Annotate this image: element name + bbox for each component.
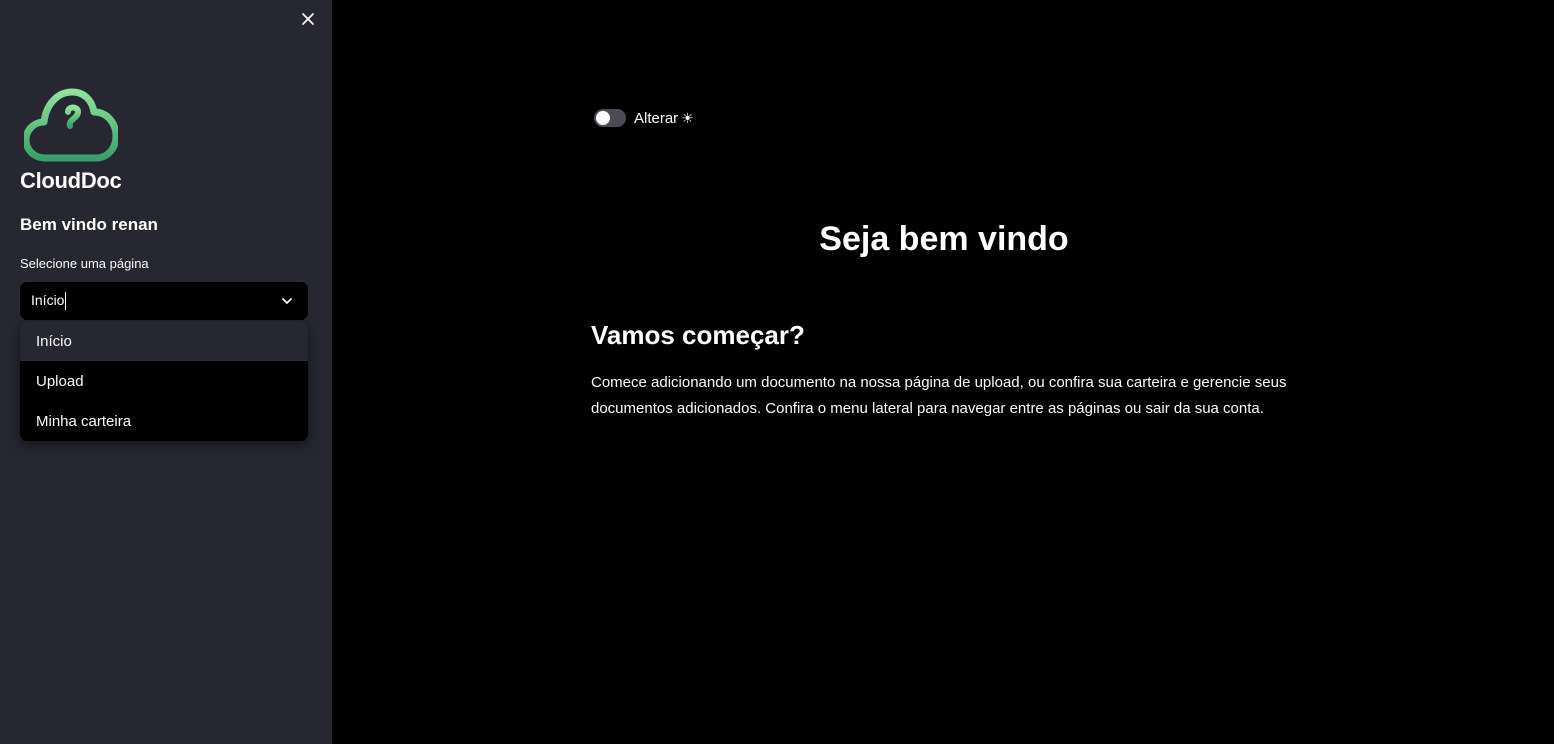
page-select-label: Selecione uma página xyxy=(20,256,149,271)
sun-icon: ☀ xyxy=(681,109,694,126)
chevron-down-icon[interactable] xyxy=(280,294,294,308)
text-cursor xyxy=(65,292,67,311)
page-select[interactable]: Início xyxy=(20,282,308,320)
page-select-value: Início xyxy=(31,292,67,311)
welcome-text: Bem vindo renan xyxy=(20,215,158,234)
option-inicio[interactable]: Início xyxy=(20,321,308,361)
intro-paragraph: Comece adicionando um documento na nossa… xyxy=(591,374,1287,417)
toggle-knob xyxy=(596,111,610,125)
close-icon xyxy=(302,13,314,25)
sidebar: CloudDoc Bem vindo renan Selecione uma p… xyxy=(0,0,332,744)
option-minha-carteira[interactable]: Minha carteira xyxy=(20,401,308,441)
cloud-icon xyxy=(24,88,118,162)
section-heading: Vamos começar? xyxy=(591,320,805,350)
theme-toggle-label: Alterar xyxy=(634,109,679,127)
page-select-dropdown: Início Upload Minha carteira xyxy=(20,321,308,441)
option-upload[interactable]: Upload xyxy=(20,361,308,401)
page-title: Seja bem vindo xyxy=(819,220,1069,258)
logo: CloudDoc xyxy=(20,88,130,198)
theme-toggle-switch[interactable] xyxy=(594,109,626,127)
app-root: CloudDoc Bem vindo renan Selecione uma p… xyxy=(0,0,1554,744)
logo-text: CloudDoc xyxy=(20,168,122,193)
theme-toggle[interactable]: Alterar ☀ xyxy=(594,109,694,127)
close-sidebar-button[interactable] xyxy=(296,8,320,30)
